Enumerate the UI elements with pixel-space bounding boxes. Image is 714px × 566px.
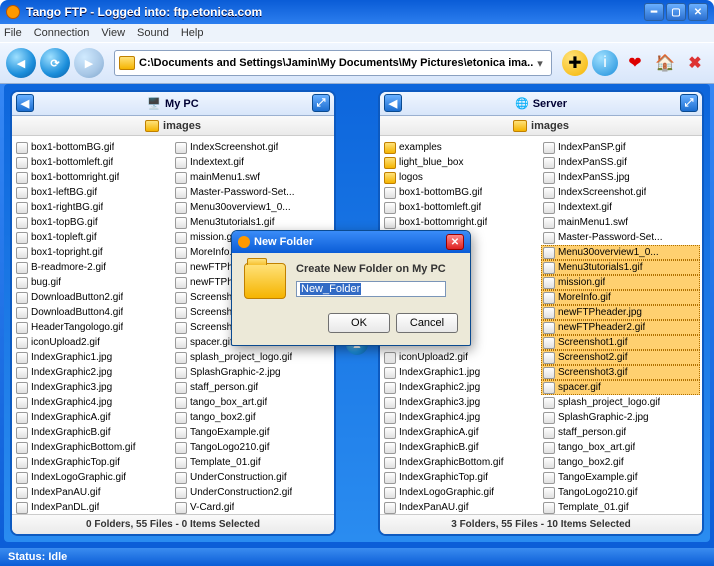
- ok-button[interactable]: OK: [328, 313, 390, 333]
- folder-name-input[interactable]: New_Folder: [296, 281, 446, 297]
- dialog-title: New Folder: [254, 236, 446, 248]
- modal-overlay: New Folder ✕ Create New Folder on My PC …: [0, 0, 714, 566]
- dialog-icon: [238, 236, 250, 248]
- big-folder-icon: [244, 263, 286, 299]
- dialog-message: Create New Folder on My PC: [296, 263, 446, 275]
- new-folder-dialog: New Folder ✕ Create New Folder on My PC …: [231, 230, 471, 346]
- dialog-body: Create New Folder on My PC New_Folder OK…: [232, 253, 470, 345]
- dialog-close-button[interactable]: ✕: [446, 234, 464, 250]
- app-window: Tango FTP - Logged into: ftp.etonica.com…: [0, 0, 714, 566]
- dialog-titlebar[interactable]: New Folder ✕: [232, 231, 470, 253]
- cancel-button[interactable]: Cancel: [396, 313, 458, 333]
